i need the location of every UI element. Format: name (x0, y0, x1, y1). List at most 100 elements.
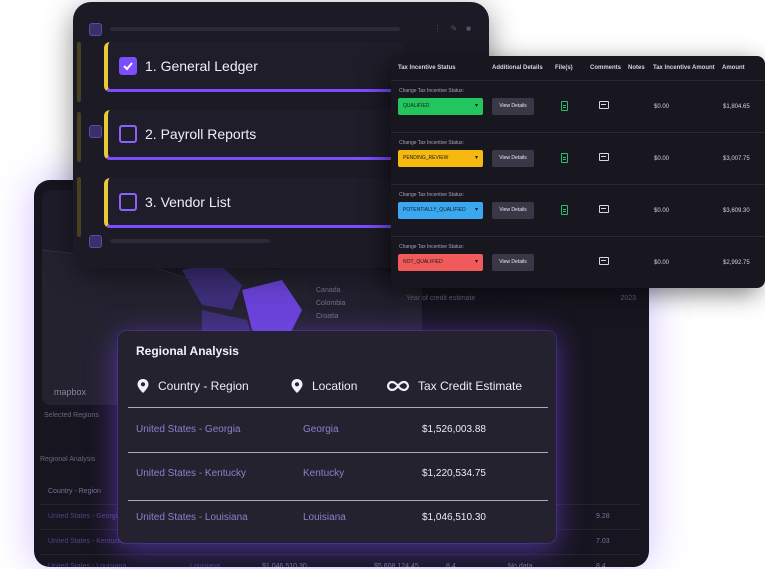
field-value: 2023 (620, 295, 636, 302)
country-cell[interactable]: United States - Louisiana (136, 512, 248, 523)
checklist-item[interactable]: 3. Vendor List (104, 178, 404, 228)
estimate-cell: $1,526,003.88 (422, 424, 486, 435)
checkbox-unchecked[interactable] (119, 192, 137, 211)
regional-analysis-card: Regional Analysis Country - Region Locat… (118, 331, 556, 543)
delete-icon[interactable]: ■ (466, 24, 471, 33)
comment-icon[interactable] (599, 205, 609, 213)
estimate-cell: $1,220,534.75 (422, 468, 486, 479)
country-cell[interactable]: United States - Kentucky (48, 530, 125, 554)
checkbox-icon (89, 22, 102, 36)
checkbox-icon (89, 124, 102, 138)
checkmark-icon (123, 61, 133, 70)
table-header: Tax Incentive Status Additional Details … (391, 56, 765, 81)
more-icon[interactable]: ⋮ (433, 24, 441, 33)
checklist-item[interactable]: 2. Payroll Reports (104, 110, 404, 160)
faded-task-row (89, 22, 400, 36)
regional-analysis-label: Regional Analysis (40, 456, 96, 463)
dropdown-option[interactable]: Canada (316, 284, 394, 297)
country-cell[interactable]: United States - Georgia (136, 424, 241, 435)
status-value: NOT_QUALIFIED (403, 259, 443, 265)
file-icon[interactable] (561, 101, 568, 111)
card-title: Regional Analysis (136, 344, 239, 358)
card-actions: ⋮ ✎ ■ (433, 24, 471, 33)
divider (128, 500, 548, 501)
checklist-item-label: 3. Vendor List (145, 193, 231, 210)
status-value: POTENTIALLY_QUALIFIED (403, 207, 466, 213)
table-row: Change Tax Incentive Status: NOT_QUALIFI… (391, 236, 765, 288)
checkbox-icon (89, 234, 102, 248)
chevron-down-icon: ▾ (474, 207, 478, 213)
divider (128, 452, 548, 453)
view-details-button[interactable]: View Details (492, 150, 534, 167)
side-accent (77, 177, 81, 237)
view-details-button[interactable]: View Details (492, 98, 534, 115)
mapbox-logo: mapbox (54, 387, 87, 397)
value-cell: 7.03 (596, 538, 610, 545)
chevron-down-icon: ▾ (474, 103, 478, 109)
location-cell[interactable]: Kentucky (303, 468, 344, 479)
status-select[interactable]: POTENTIALLY_QUALIFIED ▾ (398, 202, 483, 219)
divider (128, 407, 548, 408)
column-header-location: Location (290, 376, 357, 396)
comment-icon[interactable] (599, 101, 609, 109)
checklist-item[interactable]: 1. General Ledger (104, 42, 404, 92)
location-cell: Louisiana (190, 563, 220, 567)
column-header: File(s) (555, 65, 573, 71)
value-cell: No data (508, 563, 533, 567)
file-icon[interactable] (561, 153, 568, 163)
view-details-button[interactable]: View Details (492, 254, 534, 271)
status-caption: Change Tax Incentive Status: (399, 88, 464, 94)
table-row: Change Tax Incentive Status: POTENTIALLY… (391, 184, 765, 237)
checklist-item-label: 1. General Ledger (145, 57, 258, 74)
header-label: Location (312, 379, 358, 393)
column-header: Tax Incentive Status (398, 65, 456, 71)
comment-icon[interactable] (599, 153, 609, 161)
column-header: Comments (590, 65, 622, 71)
status-caption: Change Tax Incentive Status: (399, 140, 464, 146)
dropdown-option[interactable]: Colombia (316, 297, 394, 310)
country-cell[interactable]: United States - Louisiana (48, 555, 126, 567)
status-value: QUALIFIED (403, 103, 430, 109)
status-value: PENDING_REVIEW (403, 155, 449, 161)
amount: $3,007.75 (723, 156, 750, 162)
table-row[interactable]: United States - Georgia Georgia $1,526,0… (118, 424, 556, 444)
file-icon[interactable] (561, 205, 568, 215)
status-select[interactable]: PENDING_REVIEW ▾ (398, 150, 483, 167)
view-details-button[interactable]: View Details (492, 202, 534, 219)
comment-icon[interactable] (599, 257, 609, 265)
faded-task-row (89, 124, 102, 138)
location-cell[interactable]: Georgia (303, 424, 339, 435)
estimate-cell: $1,046,510.30 (422, 512, 486, 523)
country-dropdown[interactable]: Canada Colombia Croatia (310, 280, 400, 326)
checkbox-unchecked[interactable] (119, 124, 137, 143)
checkbox-checked[interactable] (119, 56, 137, 75)
country-cell[interactable]: United States - Kentucky (136, 468, 246, 479)
side-accent (77, 42, 81, 102)
table-row: Change Tax Incentive Status: PENDING_REV… (391, 132, 765, 185)
header-label: Tax Credit Estimate (418, 379, 523, 393)
value-cell: 8.4 (596, 563, 606, 567)
table-row[interactable]: United States - Louisiana Louisiana $1,0… (118, 512, 556, 532)
value-cell: $1,046,510.30 (262, 563, 307, 567)
column-header-country: Country - Region (136, 376, 249, 396)
location-cell[interactable]: Louisiana (303, 512, 346, 523)
location-pin-icon (291, 379, 303, 393)
status-select[interactable]: NOT_QUALIFIED ▾ (398, 254, 483, 271)
value-cell: 9.28 (596, 513, 610, 520)
value-cell: $5,608,124.45 (374, 563, 419, 567)
tax-incentive-amount: $0.00 (654, 104, 670, 110)
table-row: Change Tax Incentive Status: QUALIFIED ▾ … (391, 80, 765, 133)
tax-incentive-amount: $0.00 (654, 208, 670, 214)
amount: $2,992.75 (723, 260, 750, 266)
side-accent (77, 112, 81, 162)
column-header: Notes (628, 65, 645, 71)
table-row[interactable]: United States - Kentucky Kentucky $1,220… (118, 468, 556, 488)
table-row[interactable]: United States - Louisiana Louisiana $1,0… (40, 554, 640, 567)
country-cell[interactable]: United States - Georgia (48, 505, 121, 529)
column-header: Tax Incentive Amount (653, 65, 715, 71)
status-select[interactable]: QUALIFIED ▾ (398, 98, 483, 115)
dropdown-option[interactable]: Croatia (316, 310, 394, 323)
column-header: Country - Region (48, 488, 101, 495)
chevron-down-icon: ▾ (474, 259, 478, 265)
edit-icon[interactable]: ✎ (450, 24, 457, 33)
